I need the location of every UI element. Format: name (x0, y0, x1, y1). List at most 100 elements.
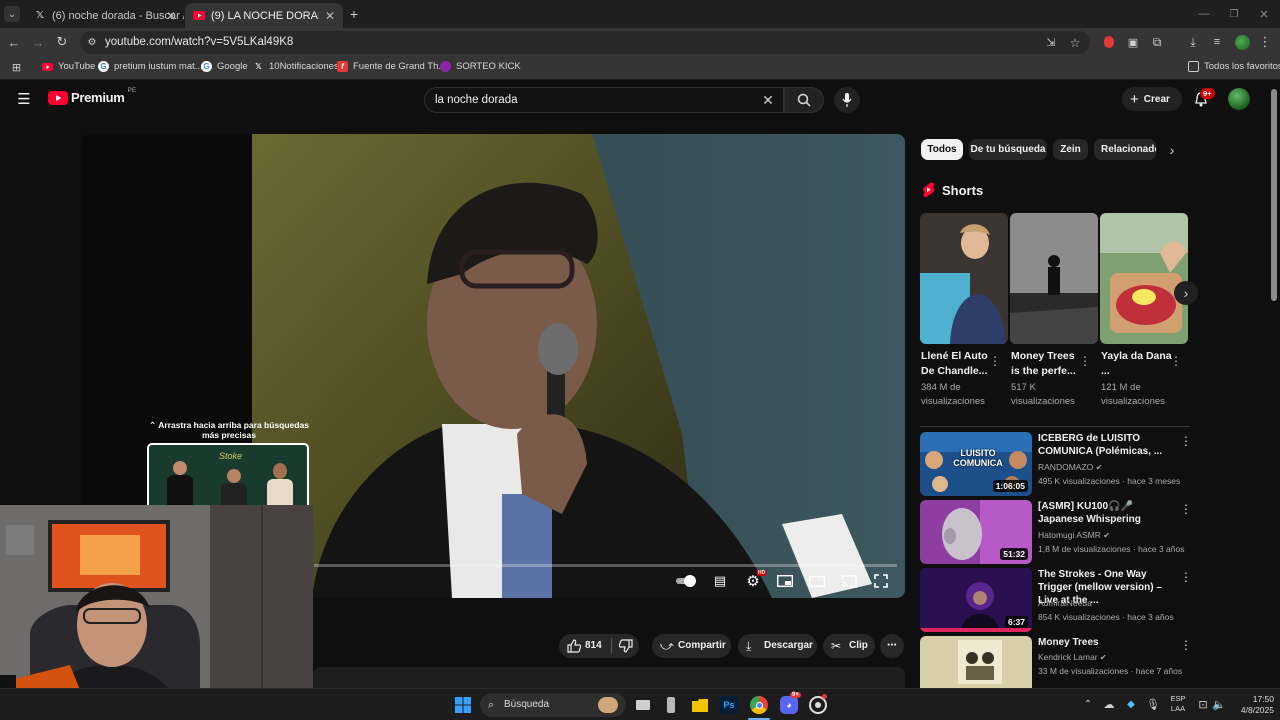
short-title[interactable]: Money Trees is the perfe... (1011, 349, 1085, 379)
account-avatar[interactable] (1228, 88, 1250, 110)
bookmark-sorteo-kick[interactable]: SORTEO KICK (440, 61, 521, 72)
tab-youtube-video[interactable]: (9) LA NOCHE DORADA - YouTube ✕ (185, 3, 343, 28)
more-vertical-icon[interactable]: ⋮ (1170, 354, 1182, 368)
minimize-icon[interactable]: — (1196, 6, 1212, 22)
bookmark-grand-theft[interactable]: f Fuente de Grand Th... (337, 61, 446, 72)
autoplay-toggle[interactable] (676, 575, 698, 587)
video-thumbnail[interactable]: 51:32 (920, 500, 1032, 564)
chrome-icon[interactable] (750, 696, 768, 714)
fullscreen-icon[interactable] (872, 573, 890, 589)
windows-start-icon[interactable] (454, 696, 472, 714)
video-title[interactable]: ICEBERG de LUISITO COMUNICA (Polémicas, … (1038, 432, 1178, 458)
shorts-next-chevron-icon[interactable]: › (1174, 281, 1198, 305)
theater-mode-icon[interactable] (808, 573, 826, 589)
recommended-video[interactable]: LUISITO COMUNICA 1:06:05 ICEBERG de LUIS… (920, 432, 1192, 496)
onedrive-icon[interactable]: ☁ (1102, 697, 1116, 711)
video-title[interactable]: [ASMR] KU100🎧🎤 Japanese Whispering (1038, 500, 1178, 526)
download-button[interactable]: ⤓ Descargar (738, 634, 817, 658)
more-vertical-icon[interactable]: ⋮ (1079, 354, 1091, 368)
extension-card-icon[interactable]: ▣ (1126, 35, 1140, 49)
clock[interactable]: 17:50 4/8/2025 (1228, 694, 1274, 716)
tray-app-icon[interactable]: ◆ (1124, 697, 1138, 711)
youtube-premium-logo[interactable]: Premium PE (48, 87, 136, 105)
video-title[interactable]: Money Trees (1038, 636, 1178, 649)
microphone-tray-icon[interactable]: 🎙 (1146, 697, 1160, 711)
short-title[interactable]: Llené El Auto De Chandle... (921, 349, 995, 379)
chip-zein[interactable]: Zein (1053, 139, 1088, 160)
task-view-icon[interactable] (634, 696, 652, 714)
subtitles-icon[interactable]: ▤ (712, 573, 728, 589)
new-tab-icon[interactable]: + (346, 6, 362, 22)
tab-search-chevron-icon[interactable]: ⌄ (4, 6, 20, 22)
dislike-button[interactable] (618, 639, 633, 653)
bookmark-notifications[interactable]: 𝕏 10Notificaciones (253, 61, 338, 72)
reading-list-icon[interactable]: ≡ (1210, 35, 1224, 49)
more-vertical-icon[interactable]: ⋮ (989, 354, 1001, 368)
recommended-video[interactable]: 6:37 The Strokes - One Way Trigger (mell… (920, 568, 1192, 632)
apps-grid-icon[interactable]: ⊞ (10, 61, 23, 74)
preview-thumbnail[interactable]: Stoke (147, 443, 309, 513)
video-thumbnail[interactable] (920, 636, 1032, 688)
extension-red-icon[interactable] (1102, 35, 1116, 49)
search-input[interactable]: la noche dorada ✕ (424, 87, 784, 113)
progress-bar[interactable] (314, 564, 897, 567)
back-arrow-icon[interactable]: ← (6, 34, 22, 50)
chip-de-tu-busqueda[interactable]: De tu búsqueda (969, 139, 1047, 160)
share-button[interactable]: ⤻ Compartir (652, 634, 731, 658)
description-box[interactable] (313, 667, 905, 688)
forward-arrow-icon[interactable]: → (30, 34, 46, 50)
page-scrollbar-thumb[interactable] (1271, 89, 1277, 301)
clip-button[interactable]: ✂ Clip (823, 634, 875, 658)
photoshop-icon[interactable]: Ps (720, 696, 738, 714)
short-thumbnail[interactable] (920, 213, 1008, 344)
bookmark-pretium[interactable]: G pretium iustum mat... (98, 61, 203, 72)
clear-search-icon[interactable]: ✕ (761, 92, 775, 108)
voice-search-button[interactable] (834, 87, 860, 113)
tray-chevron-up-icon[interactable]: ⌃ (1082, 698, 1094, 710)
discord-icon[interactable]: ◕ (780, 696, 798, 714)
file-explorer-icon[interactable] (691, 696, 709, 714)
restore-icon[interactable]: ❐ (1226, 6, 1242, 22)
more-vertical-icon[interactable]: ⋮ (1180, 570, 1192, 584)
more-vertical-icon[interactable]: ⋮ (1180, 434, 1192, 448)
language-indicator[interactable]: ESP LAA (1168, 694, 1188, 714)
chips-next-chevron-icon[interactable]: › (1165, 142, 1179, 158)
volume-icon[interactable]: 🔈 (1212, 697, 1226, 711)
tab-close-icon[interactable]: ✕ (325, 9, 335, 23)
chip-todos[interactable]: Todos (921, 139, 963, 160)
more-vertical-icon[interactable]: ⋮ (1180, 638, 1192, 652)
search-button[interactable] (784, 87, 824, 113)
channel-name-row[interactable]: Hatomugi ASMR ✔ (1038, 530, 1110, 540)
browser-menu-icon[interactable]: ⋮ (1258, 34, 1272, 50)
recommended-video[interactable]: 51:32 [ASMR] KU100🎧🎤 Japanese Whispering… (920, 500, 1192, 564)
channel-name[interactable]: AdmiralNeeda (1038, 598, 1092, 608)
chip-relacionado[interactable]: Relacionado (1094, 139, 1156, 160)
video-thumbnail[interactable]: 6:37 (920, 568, 1032, 632)
app-icon[interactable] (662, 696, 680, 714)
extensions-puzzle-icon[interactable]: ⧉ (1150, 35, 1164, 49)
like-button[interactable] (567, 639, 582, 653)
bookmark-youtube[interactable]: YouTube (42, 61, 95, 72)
more-vertical-icon[interactable]: ⋮ (1180, 502, 1192, 516)
short-thumbnail[interactable] (1100, 213, 1188, 344)
create-button[interactable]: + Crear (1122, 87, 1182, 111)
site-info-icon[interactable]: ⚙ (86, 36, 98, 48)
bookmark-google[interactable]: G Google (201, 61, 248, 72)
more-actions-button[interactable]: ⋯ (880, 634, 904, 658)
address-bar[interactable]: ⚙ youtube.com/watch?v=5V5LKal49K8 ⇲ ☆ (80, 31, 1090, 54)
miniplayer-icon[interactable] (776, 573, 794, 589)
channel-name-row[interactable]: Kendrick Lamar ✔ (1038, 652, 1107, 662)
short-thumbnail[interactable] (1010, 213, 1098, 344)
taskbar-search[interactable]: ⌕ Búsqueda (480, 693, 626, 717)
install-app-icon[interactable]: ⇲ (1044, 36, 1058, 50)
tab-close-icon[interactable]: ✕ (166, 9, 176, 23)
cast-icon[interactable] (840, 573, 858, 589)
short-title[interactable]: Yayla da Dana ... (1101, 349, 1175, 379)
download-icon[interactable]: ⤓ (1186, 35, 1200, 49)
profile-avatar-icon[interactable] (1234, 34, 1250, 50)
reload-icon[interactable]: ↻ (54, 34, 70, 50)
video-thumbnail[interactable]: LUISITO COMUNICA 1:06:05 (920, 432, 1032, 496)
bookmarks-folder[interactable]: Todos los favoritos (1188, 61, 1280, 72)
window-close-icon[interactable]: ✕ (1256, 6, 1272, 22)
bookmark-star-icon[interactable]: ☆ (1068, 36, 1082, 50)
